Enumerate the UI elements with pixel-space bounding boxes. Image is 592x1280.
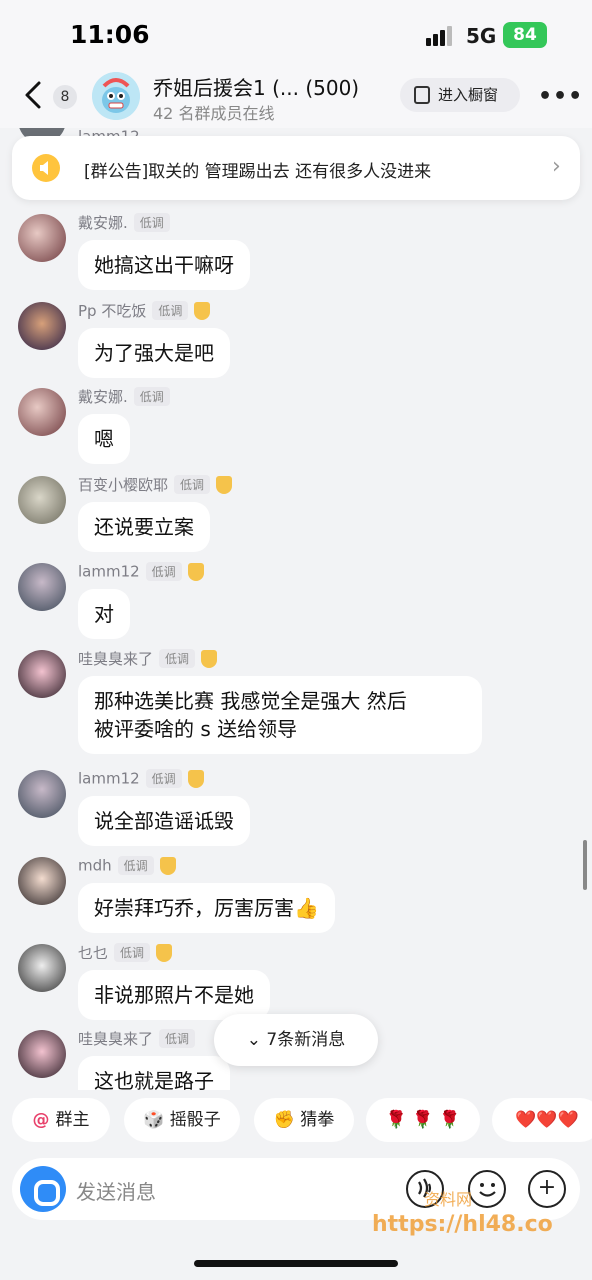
shield-icon — [159, 856, 176, 875]
sender-name: 戴安娜. — [78, 388, 128, 406]
shield-icon — [187, 769, 204, 788]
home-indicator[interactable] — [194, 1260, 398, 1267]
member-tag: 低调 — [114, 943, 151, 962]
announcement-text: [群公告]取关的 管理踢出去 还有很多人没进来 — [84, 162, 432, 182]
member-tag: 低调 — [145, 769, 182, 788]
mention-owner-chip[interactable]: @ 群主 — [12, 1098, 110, 1142]
chip-label: 猜拳 — [300, 1110, 335, 1130]
rock-paper-scissors-chip[interactable]: ✊ 猜拳 — [254, 1098, 354, 1142]
more-dots-icon[interactable]: ••• — [538, 84, 583, 109]
message-line: 被评委啥的 s 送给领导 — [94, 717, 298, 741]
new-messages-button[interactable]: ⌄ 7条新消息 — [214, 1014, 378, 1066]
message-bubble[interactable]: 说全部造谣诋毁 — [78, 796, 250, 846]
sender-name: 哇臭臭来了 — [78, 1030, 154, 1048]
online-count: 42 名群成员在线 — [153, 104, 275, 123]
chip-label: 摇骰子 — [169, 1110, 221, 1130]
message-bubble[interactable]: 这也就是路子 — [78, 1056, 230, 1090]
voice-icon[interactable] — [20, 1166, 66, 1212]
avatar[interactable] — [18, 650, 66, 698]
plus-icon[interactable]: + — [528, 1170, 566, 1208]
message-bubble[interactable]: 还说要立案 — [78, 502, 210, 552]
message-input[interactable]: 发送消息 — [76, 1176, 156, 1205]
network-label: 5G — [466, 24, 497, 48]
shield-icon — [187, 562, 204, 581]
status-bar: 11:06 5G 84 — [0, 0, 592, 66]
watermark-title: 资料网 — [424, 1190, 473, 1209]
avatar[interactable] — [18, 1030, 66, 1078]
message-list[interactable]: lamm12 戴安娜.低调 她搞这出干嘛呀 Pp 不吃饭低调 为了强大是吧 戴安… — [0, 128, 592, 1090]
battery-icon: 84 — [503, 22, 547, 48]
dice-icon: 🎲 — [143, 1110, 170, 1130]
member-tag: 低调 — [174, 475, 211, 494]
member-tag: 低调 — [152, 301, 189, 320]
avatar[interactable] — [18, 770, 66, 818]
avatar[interactable] — [18, 857, 66, 905]
member-tag: 低调 — [133, 213, 170, 232]
message-input-bar: 发送消息 + — [12, 1158, 580, 1220]
shop-button-label: 进入橱窗 — [438, 86, 499, 104]
group-announcement[interactable]: [群公告]取关的 管理踢出去 还有很多人没进来 › — [12, 136, 580, 200]
shield-icon — [201, 649, 218, 668]
member-tag: 低调 — [117, 856, 154, 875]
back-chevron-icon[interactable] — [20, 80, 48, 110]
group-avatar[interactable] — [92, 72, 140, 120]
shop-bag-icon — [414, 86, 430, 104]
chip-label: 群主 — [55, 1110, 90, 1130]
emoji-icon[interactable] — [468, 1170, 506, 1208]
status-time: 11:06 — [70, 20, 150, 49]
hand-icon: ✊ — [273, 1110, 301, 1130]
member-tag: 低调 — [133, 387, 170, 406]
enter-shop-button[interactable]: 进入橱窗 — [400, 78, 520, 112]
speaker-icon — [32, 154, 60, 182]
scrollbar[interactable] — [583, 840, 587, 890]
sender-name: lamm12 — [78, 562, 140, 581]
chat-header: 8 乔姐后援会1 (... (500) 42 名群成员在线 进入橱窗 ••• — [0, 66, 592, 128]
at-icon: @ — [32, 1110, 56, 1130]
watermark-url: https://hl48.co — [372, 1212, 553, 1237]
avatar[interactable] — [18, 388, 66, 436]
new-messages-label: 7条新消息 — [266, 1030, 346, 1050]
signal-icon — [426, 26, 456, 46]
quick-actions-bar: @ 群主 🎲 摇骰子 ✊ 猜拳 🌹 🌹 🌹 ❤️❤️❤️ — [0, 1098, 592, 1148]
sender-name: 戴安娜. — [78, 214, 128, 232]
chevron-down-icon: ⌄ — [246, 1030, 267, 1050]
dice-chip[interactable]: 🎲 摇骰子 — [124, 1098, 240, 1142]
hearts-chip[interactable]: ❤️❤️❤️ — [492, 1098, 592, 1142]
sender-name: lamm12 — [78, 769, 140, 788]
unread-count-badge[interactable]: 8 — [53, 85, 77, 109]
message-bubble[interactable]: 嗯 — [78, 414, 130, 464]
avatar[interactable] — [18, 302, 66, 350]
avatar[interactable] — [18, 563, 66, 611]
sender-name: mdh — [78, 856, 112, 875]
avatar[interactable] — [18, 944, 66, 992]
message-bubble[interactable]: 那种选美比赛 我感觉全是强大 然后 被评委啥的 s 送给领导 — [78, 676, 482, 754]
message-line: 那种选美比赛 我感觉全是强大 然后 — [94, 689, 407, 713]
group-title[interactable]: 乔姐后援会1 (... (500) — [153, 72, 359, 101]
message-bubble[interactable]: 好崇拜巧乔，厉害厉害👍 — [78, 883, 335, 933]
sender-name: Pp 不吃饭 — [78, 302, 147, 320]
member-tag: 低调 — [159, 1029, 196, 1048]
shield-icon — [216, 475, 233, 494]
shield-icon — [194, 301, 211, 320]
sender-name: 百变小樱欧耶 — [78, 476, 169, 494]
shield-icon — [156, 943, 173, 962]
message-bubble[interactable]: 为了强大是吧 — [78, 328, 230, 378]
message-bubble[interactable]: 对 — [78, 589, 130, 639]
avatar[interactable] — [18, 476, 66, 524]
message-bubble[interactable]: 非说那照片不是她 — [78, 970, 270, 1020]
avatar[interactable] — [18, 214, 66, 262]
member-tag: 低调 — [159, 649, 196, 668]
sender-name: 哇臭臭来了 — [78, 650, 154, 668]
sender-name: 乜乜 — [78, 944, 109, 962]
chevron-right-icon[interactable]: › — [552, 154, 561, 179]
member-tag: 低调 — [145, 562, 182, 581]
message-bubble[interactable]: 她搞这出干嘛呀 — [78, 240, 250, 290]
roses-chip[interactable]: 🌹 🌹 🌹 — [366, 1098, 480, 1142]
